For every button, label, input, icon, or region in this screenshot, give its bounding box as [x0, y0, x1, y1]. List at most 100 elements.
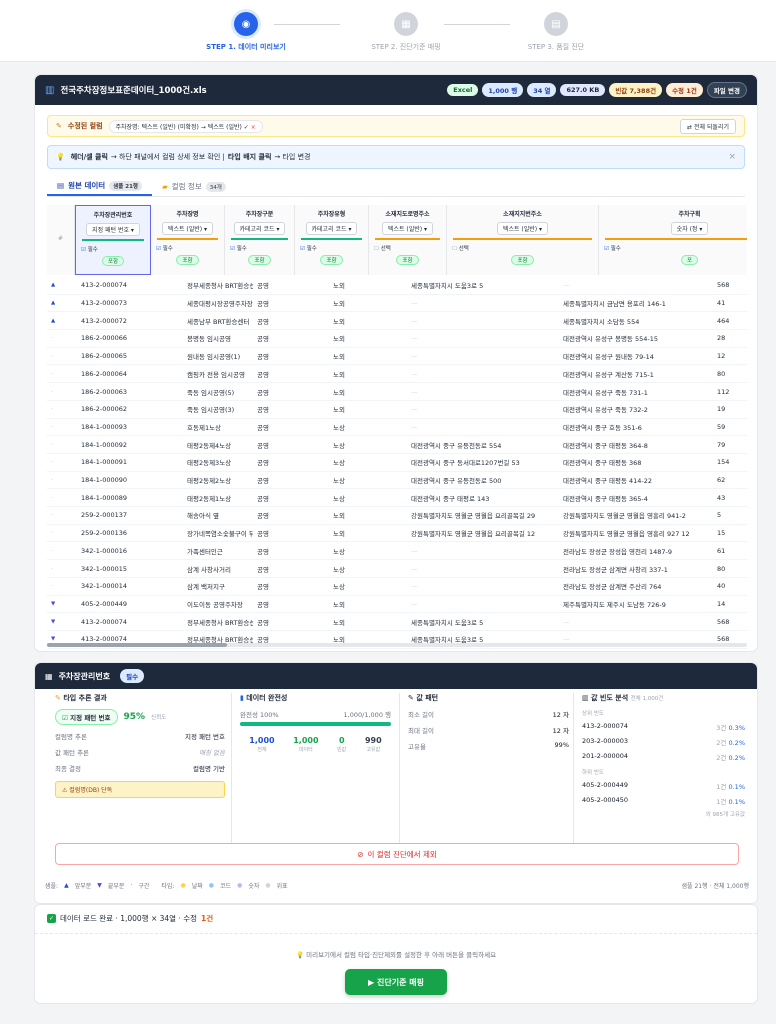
- table-cell[interactable]: 죽동 임시공영(3): [187, 404, 253, 414]
- table-cell[interactable]: 노외: [333, 316, 407, 326]
- table-row[interactable]: ·499 184-1-000093 호동제1노상 공영 노상 — 대전광역시 중구 호동 3…: [47, 419, 747, 437]
- table-cell[interactable]: 61: [717, 547, 747, 555]
- table-cell[interactable]: 568: [717, 281, 747, 289]
- table-cell[interactable]: 41: [717, 299, 747, 307]
- table-cell[interactable]: 삼계 사창사거리: [187, 564, 253, 574]
- table-cell[interactable]: 캠핑카 전용 임시공영: [187, 369, 253, 379]
- table-cell[interactable]: 186-2-000065: [81, 352, 183, 360]
- include-tag[interactable]: 포함: [176, 255, 199, 265]
- table-row[interactable]: ·751 342-1-000016 가족센터인근 공영 노상 — 전라남도 장성군 장성읍 …: [47, 543, 747, 561]
- table-cell[interactable]: —: [411, 370, 559, 378]
- table-cell[interactable]: 대전광역시 중구 태평동 364-8: [563, 440, 713, 450]
- table-cell[interactable]: 노외: [333, 280, 407, 290]
- table-cell[interactable]: 이도이동 공영주차장: [187, 599, 253, 609]
- table-cell[interactable]: 장가네쪽염소숯불구이 뒤: [187, 528, 253, 538]
- table-cell[interactable]: 공영: [257, 581, 329, 591]
- table-cell[interactable]: 413-2-000074: [81, 281, 183, 289]
- table-cell[interactable]: 413-2-000073: [81, 299, 183, 307]
- type-badge[interactable]: 텍스트 (일반) ▾: [161, 222, 214, 235]
- table-cell[interactable]: 노상: [333, 422, 407, 432]
- table-row[interactable]: ·500 184-1-000092 태평2동제4노상 공영 노상 대전광역시 중구 유등천…: [47, 436, 747, 454]
- type-badge[interactable]: 카테고리 코드 ▾: [233, 222, 286, 235]
- table-cell[interactable]: 전라남도 장성군 장성읍 영천리 1487-9: [563, 546, 713, 556]
- table-cell[interactable]: 공영: [257, 510, 329, 520]
- table-cell[interactable]: 405-2-000449: [81, 600, 183, 608]
- table-cell[interactable]: 186-2-000066: [81, 334, 183, 342]
- table-cell[interactable]: 강원특별자치도 영월군 영월읍 영흥리 927 12: [563, 528, 713, 538]
- include-tag[interactable]: 포함: [101, 256, 125, 266]
- table-cell[interactable]: 공영: [257, 333, 329, 343]
- table-cell[interactable]: 대전광역시 중구 태평동 368: [563, 457, 713, 467]
- type-badge[interactable]: 지정 패턴 번호 ▾: [86, 223, 140, 236]
- table-row[interactable]: ·502 184-1-000090 태평2동제2노상 공영 노상 대전광역시 중구 유등천…: [47, 472, 747, 490]
- table-cell[interactable]: 대전광역시 유성구 봉명동 554-15: [563, 333, 713, 343]
- table-cell[interactable]: 186-2-000062: [81, 405, 183, 413]
- table-cell[interactable]: 80: [717, 565, 747, 573]
- table-cell[interactable]: 태평2동제3노상: [187, 457, 253, 467]
- table-cell[interactable]: 노외: [333, 351, 407, 361]
- table-cell[interactable]: 공영: [257, 280, 329, 290]
- table-cell[interactable]: 342-1-000015: [81, 565, 183, 573]
- table-row[interactable]: ·253 186-2-000062 죽동 임시공영(3) 공영 노외 — 대전광역시 유성구…: [47, 401, 747, 419]
- table-row[interactable]: ·249 186-2-000066 봉명동 임시공영 공영 노외 — 대전광역시 유성구 봉…: [47, 330, 747, 348]
- required-checkbox[interactable]: ☑ 필수: [295, 244, 368, 252]
- table-cell[interactable]: 노외: [333, 599, 407, 609]
- table-cell[interactable]: 대전광역시 중구 호동 351-6: [563, 422, 713, 432]
- table-cell[interactable]: 정부세종청사 BRT환승센터: [187, 280, 253, 290]
- table-row[interactable]: ·251 186-2-000064 캠핑카 전용 임시공영 공영 노외 — 대전광역시 유성…: [47, 366, 747, 384]
- table-cell[interactable]: 대전광역시 중구 유등천동로 500: [411, 475, 559, 485]
- inferred-type-badge[interactable]: ☑ 지정 패턴 번호: [55, 709, 118, 725]
- table-cell[interactable]: 노상: [333, 475, 407, 485]
- type-badge[interactable]: 카테고리 코드 ▾: [305, 222, 358, 235]
- table-cell[interactable]: 노외: [333, 298, 407, 308]
- table-cell[interactable]: 노외: [333, 510, 407, 520]
- table-cell[interactable]: 세종특별자치시 도움3로 5: [411, 280, 559, 290]
- type-badge[interactable]: 텍스트 (일반) ▾: [381, 222, 434, 235]
- table-cell[interactable]: 노상: [333, 493, 407, 503]
- table-cell[interactable]: 공영: [257, 387, 329, 397]
- close-icon[interactable]: ×: [728, 152, 736, 162]
- table-cell[interactable]: 5: [717, 511, 747, 519]
- table-cell[interactable]: 184-1-000093: [81, 423, 183, 431]
- table-cell[interactable]: 184-1-000092: [81, 441, 183, 449]
- table-cell[interactable]: 공영: [257, 351, 329, 361]
- column-header[interactable]: 주차장명 텍스트 (일반) ▾ ☑ 필수 포함: [151, 205, 225, 275]
- table-cell[interactable]: 가족센터인근: [187, 546, 253, 556]
- table-cell[interactable]: 노외: [333, 369, 407, 379]
- revert-all-button[interactable]: ⇄ 전체 되돌리기: [680, 118, 736, 134]
- table-cell[interactable]: 노외: [333, 333, 407, 343]
- table-cell[interactable]: 대전광역시 중구 태평동 365-4: [563, 493, 713, 503]
- required-checkbox[interactable]: ☐ 선택: [447, 244, 598, 252]
- table-cell[interactable]: 공영: [257, 457, 329, 467]
- table-cell[interactable]: 노상: [333, 440, 407, 450]
- table-cell[interactable]: 해송아식 옆: [187, 510, 253, 520]
- table-cell[interactable]: 태평2동제1노상: [187, 493, 253, 503]
- table-cell[interactable]: 공영: [257, 546, 329, 556]
- required-checkbox[interactable]: ☑ 필수: [225, 244, 294, 252]
- table-cell[interactable]: 대전광역시 중구 동서대로1207번길 53: [411, 457, 559, 467]
- include-tag[interactable]: 포함: [320, 255, 343, 265]
- table-row[interactable]: ▲1 413-2-000074 정부세종청사 BRT환승센터 공영 노외 세종특별자치시 …: [47, 277, 747, 295]
- table-cell[interactable]: 대전광역시 중구 태평동 414-22: [563, 475, 713, 485]
- table-cell[interactable]: 태평2동제2노상: [187, 475, 253, 485]
- table-row[interactable]: ·749 259-2-000137 해송아식 옆 공영 노외 강원특별자치도 영월군 영월…: [47, 507, 747, 525]
- table-cell[interactable]: 세종대평시장공영주차장: [187, 298, 253, 308]
- table-cell[interactable]: 공영: [257, 298, 329, 308]
- table-cell[interactable]: 대전광역시 중구 유등천동로 554: [411, 440, 559, 450]
- table-cell[interactable]: 노외: [333, 404, 407, 414]
- table-cell[interactable]: 봉명동 임시공영: [187, 333, 253, 343]
- table-cell[interactable]: 공영: [257, 404, 329, 414]
- table-cell[interactable]: 공영: [257, 528, 329, 538]
- table-cell[interactable]: 세종특별자치시 도움3로 5: [411, 617, 559, 627]
- table-cell[interactable]: 413-2-000074: [81, 618, 183, 626]
- table-cell[interactable]: 62: [717, 476, 747, 484]
- table-cell[interactable]: 공영: [257, 564, 329, 574]
- table-cell[interactable]: 정부세종청사 BRT환승센터: [187, 617, 253, 627]
- step-2[interactable]: ▦ STEP 2. 진단기준 매핑: [346, 12, 466, 52]
- table-cell[interactable]: 죽동 임시공영(5): [187, 387, 253, 397]
- table-cell[interactable]: 184-1-000090: [81, 476, 183, 484]
- column-header[interactable]: 소재지도로명주소 텍스트 (일반) ▾ ☐ 선택 포함: [369, 205, 447, 275]
- table-row[interactable]: ·501 184-1-000091 태평2동제3노상 공영 노상 대전광역시 중구 동서대…: [47, 454, 747, 472]
- type-badge[interactable]: 숫자 (정 ▾: [670, 222, 709, 235]
- table-cell[interactable]: 노상: [333, 581, 407, 591]
